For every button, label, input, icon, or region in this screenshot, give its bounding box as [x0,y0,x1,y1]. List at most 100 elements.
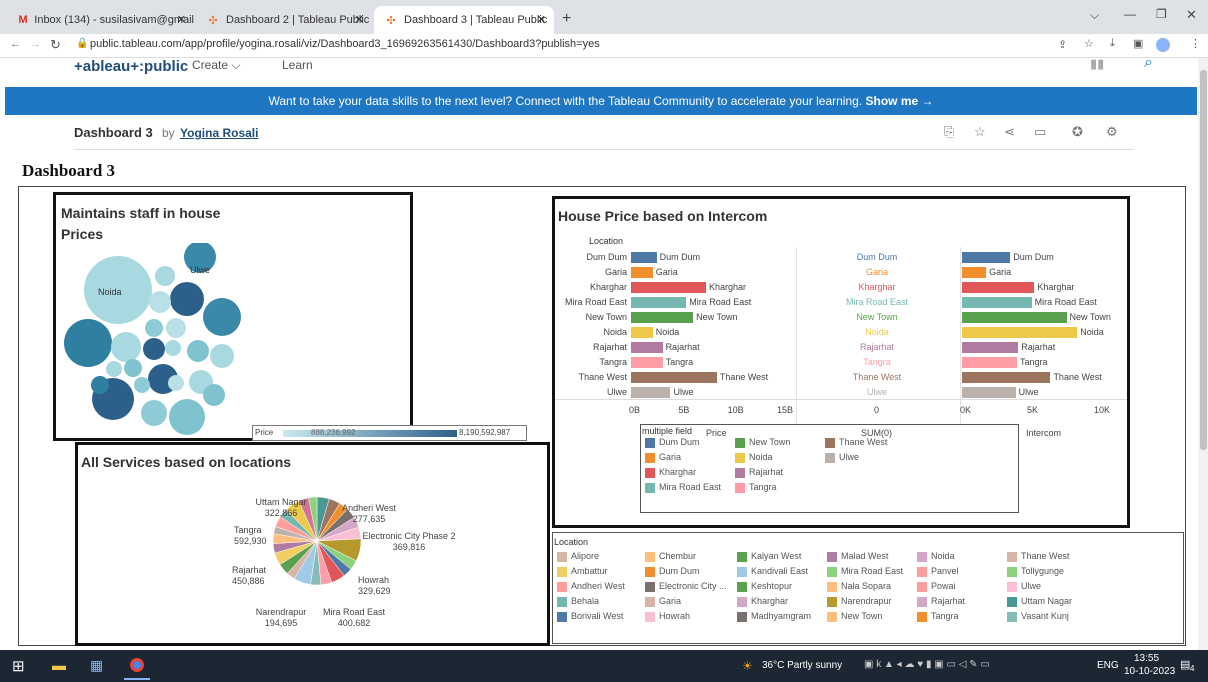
legend-item[interactable]: Ulwe [825,452,859,463]
legend-item[interactable]: Thane West [825,437,887,448]
legend-item[interactable]: Vasant Kunj [1007,611,1069,622]
scrollbar-thumb[interactable] [1200,70,1207,450]
tab-search-icon[interactable]: ⌵ [1090,8,1099,23]
badge-icon[interactable]: ✪ [1072,124,1083,140]
show-me-link[interactable]: Show me → [865,94,933,108]
search-icon[interactable]: ⌕ [1144,54,1153,72]
price-bar[interactable] [631,387,671,398]
minimize-icon[interactable]: — [1124,7,1136,21]
tableau-public-logo[interactable]: +ableau+:public [74,58,188,75]
author-link[interactable]: Yogina Rosali [180,126,258,140]
tray-icons[interactable]: ▣ k ▲ ◂ ☁ ♥ ▮ ▣ ▭ ◁ ✎ ▭ [864,659,990,670]
intercom-bar[interactable] [962,357,1017,368]
intercom-bar[interactable] [962,387,1016,398]
new-tab-button[interactable]: + [562,10,571,28]
price-bar[interactable] [631,342,663,353]
language-indicator[interactable]: ENG [1097,660,1119,671]
legend-item[interactable]: Madhyamgram [737,611,811,622]
price-bar[interactable] [631,372,717,383]
price-bar[interactable] [631,252,657,263]
nav-create[interactable]: Create ⌵ [192,58,240,73]
price-bar[interactable] [631,267,653,278]
legend-item[interactable]: Mira Road East [645,482,721,493]
bookmark-star-icon[interactable]: ☆ [1084,37,1094,50]
menu-icon[interactable]: ⋮ [1190,37,1201,50]
legend-item[interactable]: Andheri West [557,581,625,592]
nav-learn[interactable]: Learn [282,58,313,72]
tab-dashboard-3[interactable]: ✣ Dashboard 3 | Tableau Public ✕ [374,6,554,34]
account-icon[interactable]: ▮▮ [1090,56,1104,72]
windows-start-icon[interactable]: ⊞ [12,657,25,675]
maximize-icon[interactable]: ❐ [1156,7,1167,21]
legend-item[interactable]: Keshtopur [737,581,792,592]
intercom-bar[interactable] [962,372,1051,383]
intercom-bar[interactable] [962,327,1078,338]
close-icon[interactable]: ✕ [177,13,186,26]
back-icon[interactable]: ← [10,38,21,50]
legend-item[interactable]: Borivali West [557,611,623,622]
intercom-bar[interactable] [962,267,987,278]
legend-item[interactable]: Kharghar [737,596,788,607]
weather-text[interactable]: 36°C Partly sunny [762,660,842,671]
legend-item[interactable]: Uttam Nagar [1007,596,1072,607]
chrome-taskbar-icon[interactable] [124,654,150,680]
notification-icon[interactable]: ▤ [1180,658,1190,671]
legend-item[interactable]: Dum Dum [645,566,700,577]
reload-icon[interactable]: ↻ [50,37,61,53]
legend-item[interactable]: Panvel [917,566,959,577]
legend-item[interactable]: Narendrapur [827,596,892,607]
edit-icon[interactable]: ⎘ [944,124,954,140]
legend-item[interactable]: Kandivali East [737,566,808,577]
clock-date[interactable]: 10-10-2023 [1124,666,1175,677]
legend-item[interactable]: Tollygunge [1007,566,1064,577]
close-icon[interactable]: ✕ [537,13,546,26]
legend-item[interactable]: Garia [645,596,681,607]
legend-item[interactable]: Dum Dum [645,437,700,448]
legend-item[interactable]: Noida [917,551,955,562]
legend-item[interactable]: Kalyan West [737,551,801,562]
legend-item[interactable]: Noida [735,452,773,463]
legend-item[interactable]: Nala Sopara [827,581,891,592]
legend-item[interactable]: Ulwe [1007,581,1041,592]
price-bar[interactable] [631,297,687,308]
tab-gmail[interactable]: M Inbox (134) - susilasivam@gmail ✕ [8,6,194,34]
file-explorer-icon[interactable]: ▬ [52,657,66,673]
share-icon[interactable]: ⇪ [1058,38,1067,51]
legend-item[interactable]: Howrah [645,611,690,622]
legend-item[interactable]: Alipore [557,551,599,562]
legend-item[interactable]: Thane West [1007,551,1069,562]
legend-item[interactable]: Malad West [827,551,888,562]
intercom-bar[interactable] [962,282,1035,293]
clock-time[interactable]: 13:55 [1134,653,1159,664]
intercom-bar[interactable] [962,252,1011,263]
price-bar[interactable] [631,357,663,368]
close-window-icon[interactable]: ✕ [1186,7,1197,23]
legend-item[interactable]: Powai [917,581,956,592]
snipping-tool-icon[interactable]: ▦ [90,657,103,674]
legend-item[interactable]: New Town [735,437,790,448]
tab-dashboard-2[interactable]: ✣ Dashboard 2 | Tableau Public ✕ [196,6,372,34]
close-icon[interactable]: ✕ [355,13,364,26]
legend-item[interactable]: Mira Road East [827,566,903,577]
comment-icon[interactable]: ▭ [1034,124,1046,140]
sidepanel-icon[interactable]: ▣ [1133,37,1143,50]
legend-item[interactable]: Tangra [735,482,777,493]
intercom-bar[interactable] [962,342,1019,353]
price-bar[interactable] [631,327,653,338]
bubble-chart[interactable]: Noida Ulwe [56,243,246,439]
intercom-bar[interactable] [962,297,1032,308]
profile-avatar[interactable] [1156,38,1170,52]
address-bar[interactable]: public.tableau.com/app/profile/yogina.ro… [90,38,600,50]
legend-item[interactable]: Chembur [645,551,696,562]
download-icon[interactable]: ⤓ [1110,37,1115,50]
settings-gear-icon[interactable]: ⚙ [1106,124,1118,140]
legend-item[interactable]: Ambattur [557,566,608,577]
legend-item[interactable]: Rajarhat [735,467,783,478]
legend-item[interactable]: Tangra [917,611,959,622]
price-bar[interactable] [631,282,706,293]
legend-item[interactable]: Garia [645,452,681,463]
intercom-bar[interactable] [962,312,1067,323]
legend-item[interactable]: Rajarhat [917,596,965,607]
share-icon[interactable]: ⋖ [1004,124,1015,140]
legend-item[interactable]: Behala [557,596,599,607]
